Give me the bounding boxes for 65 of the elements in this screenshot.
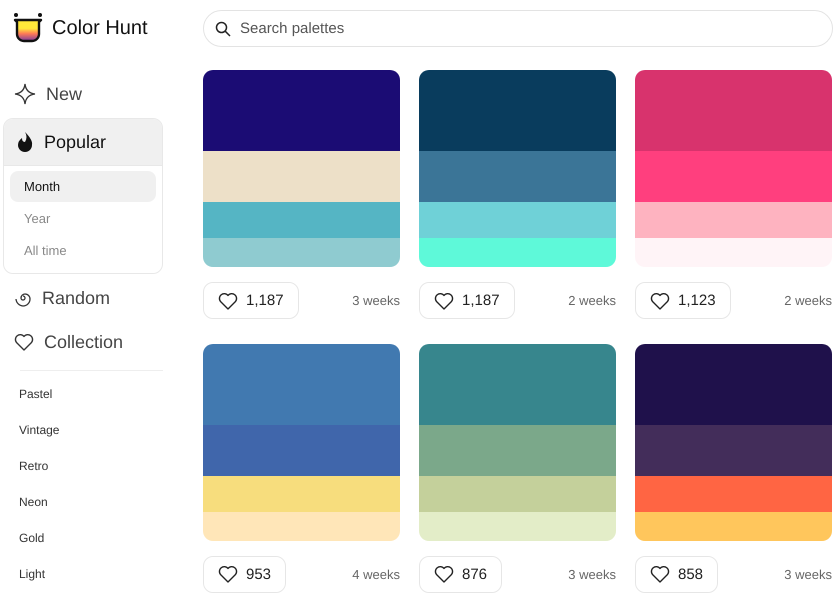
color-swatch[interactable] xyxy=(203,424,400,476)
color-swatch[interactable] xyxy=(635,476,832,512)
sparkle-icon xyxy=(14,83,36,105)
nav-item[interactable]: Collection xyxy=(0,322,203,362)
tag-link[interactable]: Light xyxy=(0,557,203,593)
heart-icon xyxy=(650,292,670,310)
nav-item[interactable]: New xyxy=(0,74,203,114)
color-swatch[interactable] xyxy=(203,202,400,238)
nav-item[interactable]: Popular xyxy=(4,119,162,166)
palette-age: 2 weeks xyxy=(784,293,832,308)
period-option[interactable]: All time xyxy=(10,235,156,266)
color-swatch[interactable] xyxy=(419,202,616,238)
palette-age: 3 weeks xyxy=(352,293,400,308)
palette-card[interactable] xyxy=(635,344,832,540)
color-swatch[interactable] xyxy=(419,476,616,512)
color-swatch[interactable] xyxy=(635,151,832,202)
heart-icon xyxy=(14,333,34,351)
like-button[interactable]: 953 xyxy=(203,556,286,592)
palette-age: 3 weeks xyxy=(568,566,616,582)
like-button[interactable]: 1,187 xyxy=(419,282,515,319)
color-swatch[interactable] xyxy=(203,238,400,267)
heart-icon xyxy=(218,565,238,583)
palette-card[interactable] xyxy=(203,70,400,267)
color-swatch[interactable] xyxy=(635,424,832,476)
heart-icon xyxy=(218,292,238,310)
search-icon xyxy=(215,20,231,36)
color-swatch[interactable] xyxy=(203,476,400,512)
color-swatch[interactable] xyxy=(203,512,400,540)
like-button[interactable]: 1,187 xyxy=(203,282,299,319)
flame-icon xyxy=(16,131,34,153)
heart-icon xyxy=(650,565,670,583)
color-swatch[interactable] xyxy=(203,70,400,151)
color-swatch[interactable] xyxy=(635,70,832,151)
tag-link[interactable]: Neon xyxy=(0,485,203,521)
tag-link[interactable]: Pastel xyxy=(0,377,203,413)
palette-age: 2 weeks xyxy=(568,293,616,308)
color-swatch[interactable] xyxy=(419,424,616,476)
color-swatch[interactable] xyxy=(635,344,832,424)
search-field[interactable]: Search palettes xyxy=(203,10,833,46)
color-swatch[interactable] xyxy=(419,238,616,267)
tag-link[interactable]: Gold xyxy=(0,521,203,557)
nav-item[interactable]: Random xyxy=(0,278,203,318)
brand-name: Color Hunt xyxy=(52,16,148,40)
palette-age: 4 weeks xyxy=(352,566,400,582)
period-option[interactable]: Month xyxy=(10,171,156,202)
like-button[interactable]: 876 xyxy=(419,556,502,592)
heart-icon xyxy=(434,292,454,310)
color-swatch[interactable] xyxy=(419,512,616,540)
heart-icon xyxy=(434,565,454,583)
like-button[interactable]: 1,123 xyxy=(635,282,731,319)
color-swatch[interactable] xyxy=(419,151,616,202)
period-option[interactable]: Year xyxy=(10,203,156,234)
color-swatch[interactable] xyxy=(635,512,832,540)
like-button[interactable]: 858 xyxy=(635,556,718,592)
color-swatch[interactable] xyxy=(203,344,400,424)
color-swatch[interactable] xyxy=(203,151,400,202)
palette-age: 3 weeks xyxy=(784,566,832,582)
color-swatch[interactable] xyxy=(419,344,616,424)
logo-icon xyxy=(12,12,44,44)
palette-card[interactable] xyxy=(419,70,616,267)
color-swatch[interactable] xyxy=(635,202,832,238)
tag-link[interactable]: Retro xyxy=(0,449,203,485)
color-swatch[interactable] xyxy=(419,70,616,151)
color-swatch[interactable] xyxy=(635,238,832,267)
tag-link[interactable]: Vintage xyxy=(0,413,203,449)
